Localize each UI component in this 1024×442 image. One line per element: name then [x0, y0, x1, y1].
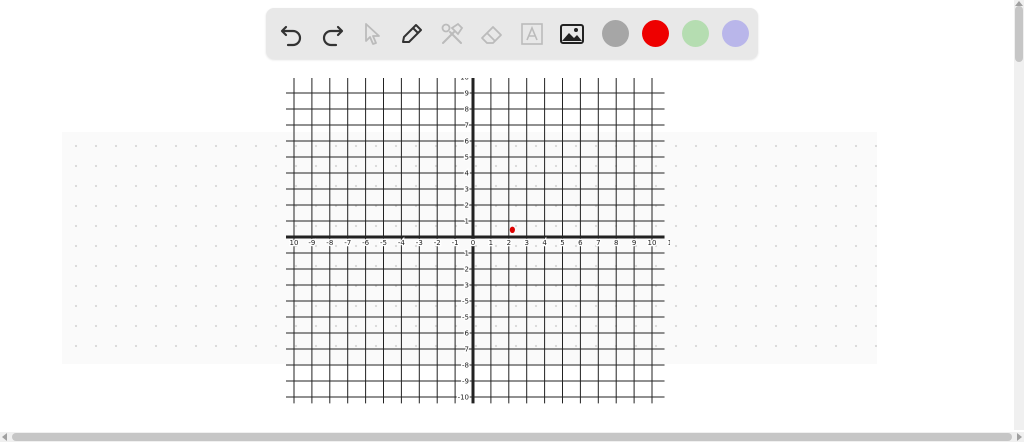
x-tick-label: 1 [489, 239, 493, 247]
y-tick-label: 1 [465, 218, 469, 226]
vertical-scroll-thumb[interactable] [1015, 6, 1023, 62]
pen-button[interactable] [396, 18, 428, 50]
x-tick-label: 2 [507, 239, 511, 247]
x-tick-label: 3 [524, 239, 528, 247]
drawing-toolbar [266, 8, 758, 59]
y-tick-label: 6 [465, 138, 470, 146]
undo-icon [280, 25, 302, 46]
x-tick-label: 5 [560, 239, 564, 247]
vertical-scrollbar[interactable] [1014, 0, 1024, 430]
y-tick-label: 3 [465, 186, 469, 194]
text-box-icon [521, 22, 543, 45]
y-tick-label: 7 [465, 346, 469, 354]
tools-button[interactable] [436, 18, 468, 50]
y-tick-label: 8 [465, 106, 469, 114]
x-tick-label: -6 [362, 239, 370, 247]
coordinate-grid[interactable]: 10-9-8-7-6-5-4-3-2-101234567891011098765… [286, 78, 670, 408]
horizontal-scrollbar[interactable] [0, 432, 1024, 442]
eraser-button[interactable] [476, 18, 508, 50]
select-pointer-icon [365, 22, 380, 45]
x-tick-label: -8 [326, 239, 333, 247]
x-tick-label: 6 [578, 239, 583, 247]
x-tick-label: -7 [344, 239, 351, 247]
image-icon [560, 23, 584, 44]
y-tick-label: -9 [462, 378, 469, 386]
y-tick-label: 5 [465, 154, 469, 162]
scroll-right-icon[interactable] [1017, 433, 1022, 441]
y-tick-label: -8 [462, 362, 469, 370]
plotted-point[interactable] [509, 226, 515, 233]
x-tick-label: 1 [668, 239, 670, 247]
y-tick-label: 1 [465, 250, 469, 258]
x-tick-label: -4 [398, 239, 406, 247]
eraser-icon [481, 25, 502, 44]
y-tick-label: 6 [465, 330, 470, 338]
undo-button[interactable] [276, 18, 308, 50]
x-tick-label: -2 [434, 239, 441, 247]
pen-icon [402, 23, 422, 43]
y-tick-label: -5 [462, 298, 469, 306]
x-tick-label: 8 [614, 239, 618, 247]
x-tick-label: 4 [542, 239, 547, 247]
x-tick-label: -3 [416, 239, 423, 247]
y-tick-label: 2 [465, 202, 469, 210]
redo-icon [322, 25, 344, 46]
color-lavender-swatch[interactable] [722, 20, 749, 47]
y-tick-label: -10 [458, 394, 469, 402]
y-tick-label: 3 [465, 282, 469, 290]
color-gray-swatch[interactable] [602, 20, 629, 47]
y-tick-label: 4 [465, 170, 470, 178]
text-button[interactable] [516, 18, 548, 50]
x-tick-label: 10 [648, 239, 657, 247]
y-tick-label: 10 [460, 78, 469, 82]
y-tick-label: -5 [462, 314, 469, 322]
redo-button[interactable] [316, 18, 348, 50]
x-tick-label: 9 [632, 239, 636, 247]
x-tick-label: -1 [452, 239, 459, 247]
tools-icon [441, 22, 464, 44]
y-tick-label: 9 [465, 90, 469, 98]
x-tick-label: 7 [596, 239, 600, 247]
x-tick-label: 0 [471, 239, 475, 247]
x-tick-label: 10 [290, 239, 299, 247]
scroll-left-icon[interactable] [2, 433, 7, 441]
horizontal-scroll-thumb[interactable] [12, 433, 1012, 441]
y-tick-label: 2 [465, 266, 469, 274]
image-button[interactable] [556, 18, 588, 50]
color-red-swatch[interactable] [642, 20, 669, 47]
color-green-swatch[interactable] [682, 20, 709, 47]
grid-canvas[interactable]: 10-9-8-7-6-5-4-3-2-101234567891011098765… [286, 78, 670, 408]
x-tick-label: -9 [308, 239, 315, 247]
select-button[interactable] [356, 18, 388, 50]
x-tick-label: -5 [380, 239, 387, 247]
y-tick-label: 7 [465, 122, 469, 130]
